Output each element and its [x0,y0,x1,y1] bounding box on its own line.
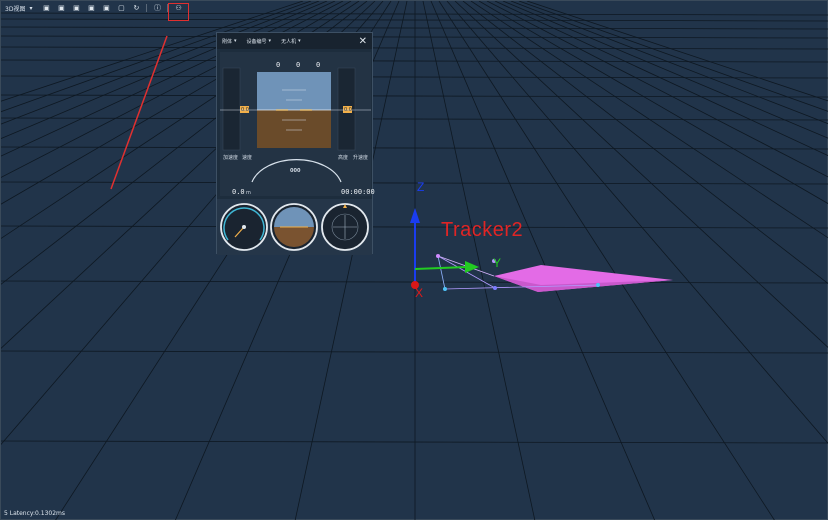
cube-top-icon[interactable]: ▣ [101,3,111,13]
heading-value-3: 0 [316,61,321,69]
axis-x-label: X [415,286,424,300]
heading-value-1: 0 [276,61,281,69]
gauge-graphics [220,203,369,251]
caret-down-icon: ▾ [298,38,301,44]
toolbar-divider [146,4,148,12]
heading-gauge [321,203,369,251]
status-bar: 5 Latency:0.1302ms [4,510,65,517]
toolbar: 3D视图 ▾ ▣ ▣ ▣ ▣ ▣ ▢ ↻ ⓘ ⚇ [1,1,183,15]
drone-dropdown[interactable]: 无人机 ▾ [281,38,301,45]
heading-value-2: 0 [296,61,301,69]
flight-instrument-panel: 刚体 ▾ 设备编号 ▾ 无人机 ▾ ✕ 0 0 0 0.0 0.0 加速度 速度… [216,32,375,255]
primary-flight-display: 0 0 0 0.0 0.0 加速度 速度 高度 升速度 000 0.0 m 00… [220,52,375,196]
cube-right-icon[interactable]: ▣ [86,3,96,13]
flight-time-value: 00:00:00 [341,188,375,196]
speed-label: 速度 [242,155,253,161]
device-id-dropdown[interactable]: 设备编号 ▾ [247,38,272,45]
view-select[interactable]: 3D视图 ▾ [5,4,36,13]
info-icon[interactable]: ⓘ [152,3,162,13]
distance-value: 0.0 [232,188,245,196]
close-icon[interactable]: ✕ [359,36,367,47]
view-select-value: 3D视图 [5,5,26,13]
acceleration-label: 加速度 [223,155,239,161]
distance-unit: m [246,190,251,196]
refresh-icon[interactable]: ↻ [131,3,141,13]
airspeed-gauge [220,203,268,251]
caret-down-icon: ▾ [268,38,272,44]
rigid-body-dropdown-value: 刚体 [222,38,233,45]
left-tape-value: 0.0 [241,107,249,113]
panel-header: 刚体 ▾ 设备编号 ▾ 无人机 ▾ ✕ [217,33,372,49]
altitude-label: 高度 [338,155,349,161]
pfd-graphics [220,67,371,183]
cube-bottom-icon[interactable]: ▢ [116,3,126,13]
app-window: 3D视图 ▾ ▣ ▣ ▣ ▣ ▣ ▢ ↻ ⓘ ⚇ Tracker2 Z Y X … [0,0,828,520]
axis-y-label: Y [493,256,502,270]
arc-value: 000 [290,168,301,174]
caret-down-icon: ▾ [234,38,237,44]
device-id-dropdown-value: 设备编号 [246,38,267,45]
cube-back-icon[interactable]: ▣ [56,3,66,13]
axis-z-label: Z [417,180,425,194]
annotation-highlight-box [168,3,189,21]
gauge-row [217,199,372,255]
drone-dropdown-value: 无人机 [281,38,297,45]
tracker-label: Tracker2 [441,219,524,241]
attitude-gauge [270,203,318,251]
rigid-body-dropdown[interactable]: 刚体 ▾ [222,38,237,45]
right-tape-value: 0.0 [344,107,352,113]
climb-rate-label: 升速度 [353,155,369,161]
drone-model[interactable] [436,254,673,292]
cube-front-icon[interactable]: ▣ [41,3,51,13]
latency-text: 5 Latency:0.1302ms [4,510,65,517]
caret-down-icon: ▾ [29,4,33,12]
cube-left-icon[interactable]: ▣ [71,3,81,13]
3d-viewport[interactable] [1,1,828,520]
